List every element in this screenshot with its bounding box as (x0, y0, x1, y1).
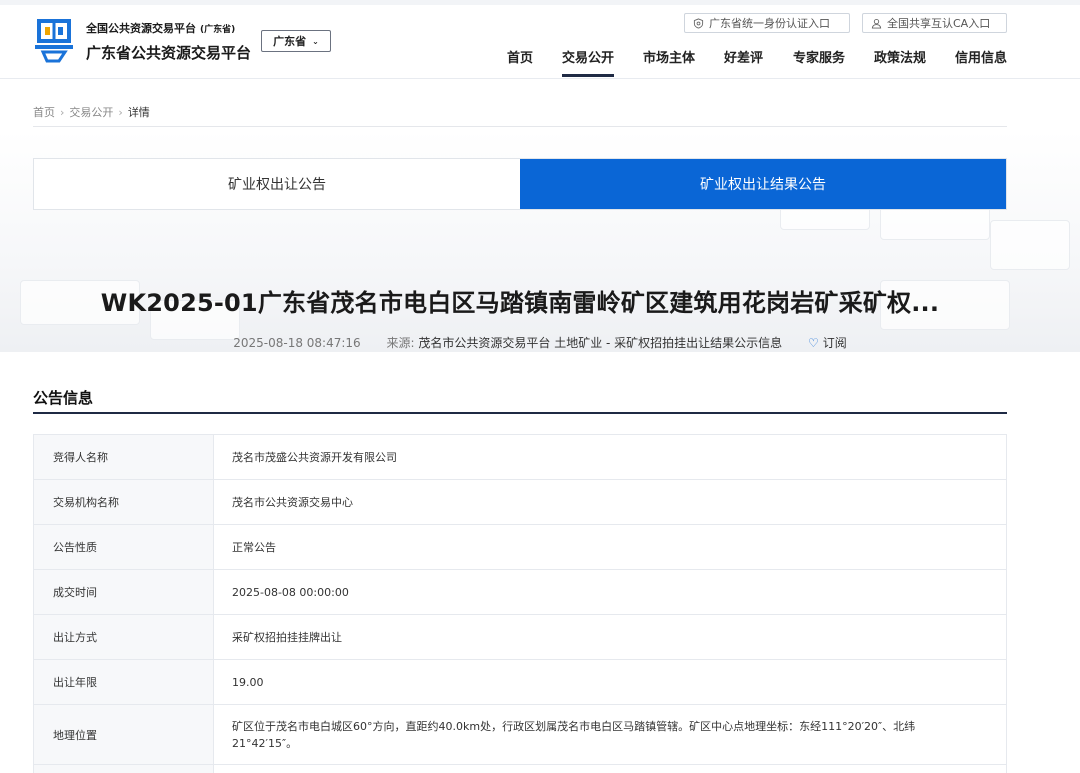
ca-auth-button[interactable]: 全国共享互认CA入口 (862, 13, 1007, 33)
chevron-down-icon: ⌄ (312, 36, 319, 46)
row-value (213, 764, 1007, 773)
breadcrumb-divider (33, 126, 1007, 127)
nav-market[interactable]: 市场主体 (643, 47, 695, 77)
nav-rating[interactable]: 好差评 (724, 47, 763, 77)
notice-info-table: 竞得人名称 茂名市茂盛公共资源开发有限公司 交易机构名称 茂名市公共资源交易中心… (33, 434, 1007, 773)
nav-credit[interactable]: 信用信息 (955, 47, 1007, 77)
row-value: 采矿权招拍挂挂牌出让 (213, 614, 1007, 660)
table-row: 公告性质 正常公告 (33, 524, 1007, 570)
row-value: 茂名市茂盛公共资源开发有限公司 (213, 434, 1007, 480)
row-value: 茂名市公共资源交易中心 (213, 479, 1007, 525)
brand-small: 全国公共资源交易平台 (广东省) (86, 22, 236, 35)
chevron-right-icon: › (60, 106, 65, 119)
nav-trading[interactable]: 交易公开 (562, 47, 615, 77)
nav-expert[interactable]: 专家服务 (793, 47, 845, 77)
table-row: 地理位置 矿区位于茂名市电白城区60°方向，直距约40.0km处，行政区划属茂名… (33, 704, 1007, 765)
table-row: 出让方式 采矿权招拍挂挂牌出让 (33, 614, 1007, 660)
platform-logo[interactable] (33, 17, 75, 63)
breadcrumb-home[interactable]: 首页 (33, 106, 55, 119)
nav-policy[interactable]: 政策法规 (874, 47, 926, 77)
document-title: WK2025-01广东省茂名市电白区马踏镇南雷岭矿区建筑用花岗岩矿采矿权... (100, 289, 940, 317)
section-underline (33, 412, 1007, 414)
table-row: 出让年限 19.00 (33, 659, 1007, 705)
brand-title: 广东省公共资源交易平台 (86, 44, 252, 62)
source-label: 来源: (386, 336, 415, 350)
row-key: 公告性质 (33, 524, 214, 570)
row-value: 19.00 (213, 659, 1007, 705)
row-key (33, 764, 214, 773)
row-key: 竞得人名称 (33, 434, 214, 480)
region-select[interactable]: 广东省 ⌄ (261, 30, 331, 52)
row-value: 正常公告 (213, 524, 1007, 570)
tab-transfer-notice[interactable]: 矿业权出让公告 (34, 159, 520, 209)
breadcrumb-trading[interactable]: 交易公开 (69, 106, 113, 119)
subscribe-button[interactable]: ♡ 订阅 (808, 336, 847, 350)
site-header: 全国公共资源交易平台 (广东省) 广东省公共资源交易平台 广东省 ⌄ 广东省统一身份… (0, 5, 1080, 79)
row-key: 出让年限 (33, 659, 214, 705)
user-icon (871, 18, 882, 29)
breadcrumb: 首页 › 交易公开 › 详情 (33, 104, 150, 120)
chevron-right-icon: › (118, 106, 123, 119)
table-row (33, 764, 1007, 773)
document-meta: 2025-08-18 08:47:16 来源: 茂名市公共资源交易平台 土地矿业… (0, 334, 1080, 351)
publish-datetime: 2025-08-18 08:47:16 (233, 336, 361, 350)
table-row: 成交时间 2025-08-08 00:00:00 (33, 569, 1007, 615)
table-row: 竞得人名称 茂名市茂盛公共资源开发有限公司 (33, 434, 1007, 480)
row-key: 地理位置 (33, 704, 214, 765)
row-key: 成交时间 (33, 569, 214, 615)
notice-tabs: 矿业权出让公告 矿业权出让结果公告 (33, 158, 1007, 210)
row-key: 出让方式 (33, 614, 214, 660)
row-key: 交易机构名称 (33, 479, 214, 525)
source-value: 茂名市公共资源交易平台 土地矿业 - 采矿权招拍挂出让结果公示信息 (418, 336, 783, 350)
nav-home[interactable]: 首页 (507, 47, 533, 77)
section-title: 公告信息 (33, 389, 94, 407)
unified-auth-button[interactable]: 广东省统一身份认证入口 (684, 13, 850, 33)
shield-icon (693, 17, 704, 29)
row-value: 2025-08-08 00:00:00 (213, 569, 1007, 615)
heart-icon: ♡ (807, 336, 819, 350)
row-value: 矿区位于茂名市电白城区60°方向，直距约40.0km处，行政区划属茂名市电白区马… (213, 704, 1007, 765)
tab-transfer-result[interactable]: 矿业权出让结果公告 (520, 159, 1006, 209)
table-row: 交易机构名称 茂名市公共资源交易中心 (33, 479, 1007, 525)
breadcrumb-current: 详情 (127, 106, 150, 119)
